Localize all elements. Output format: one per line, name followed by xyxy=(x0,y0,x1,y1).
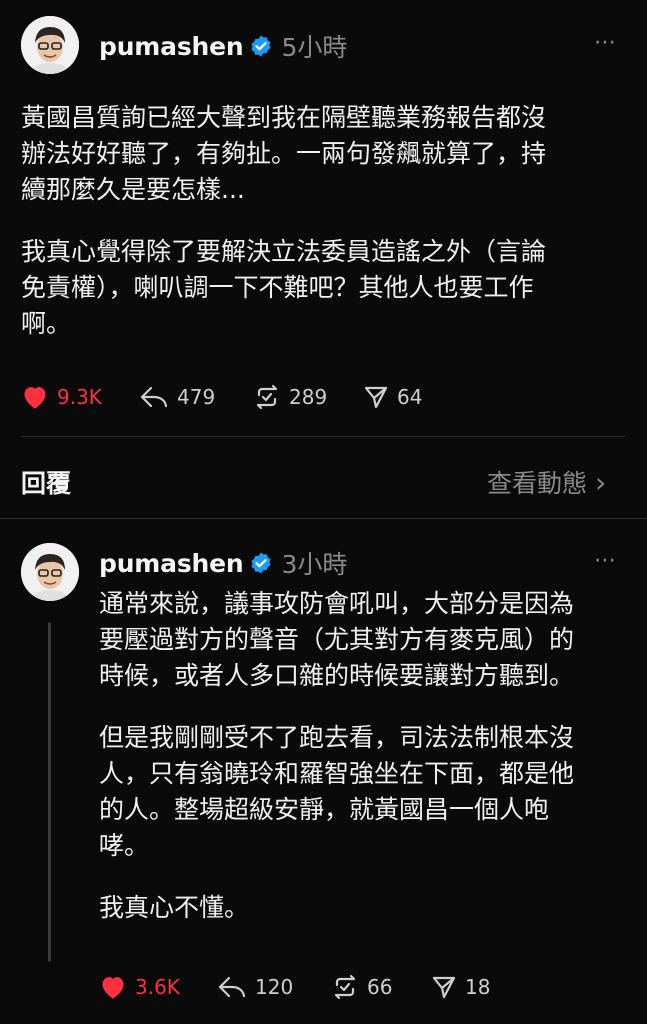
reply-button[interactable]: 479 xyxy=(139,385,253,409)
text-line: 的人。整場超級安靜，就黃國昌一個人咆 xyxy=(99,795,550,824)
chevron-right-icon: › xyxy=(595,465,607,499)
view-activity-link[interactable]: 查看動態 › xyxy=(487,464,606,500)
reply-icon xyxy=(218,976,246,998)
username[interactable]: pumashen xyxy=(99,32,244,61)
like-count: 3.6K xyxy=(135,975,180,999)
reply-count: 479 xyxy=(177,385,216,409)
text-line: 我真心不懂。 xyxy=(99,893,250,922)
more-icon[interactable]: ⋯ xyxy=(594,548,617,573)
post-time: 5小時 xyxy=(281,33,348,62)
avatar-image xyxy=(21,543,79,601)
post-actions: 9.3K 479 289 64 xyxy=(21,384,422,410)
share-count: 18 xyxy=(465,975,491,999)
post-body: 黃國昌質詢已經大聲到我在隔壁聽業務報告都沒 辦法好好聽了，有夠扯。一兩句發飆就算… xyxy=(21,100,621,342)
reply-button[interactable]: 120 xyxy=(217,975,331,999)
share-icon xyxy=(432,976,456,999)
post-body: 通常來說，議事攻防會吼叫，大部分是因為 要壓過對方的聲音（尤其對方有麥克風）的 … xyxy=(99,586,629,926)
like-button[interactable]: 9.3K xyxy=(21,384,139,410)
post-paragraph: 但是我剛剛受不了跑去看，司法法制根本沒 人，只有翁曉玲和羅智強坐在下面，都是他 … xyxy=(99,720,629,864)
repost-icon xyxy=(334,974,356,1000)
view-activity-label: 查看動態 xyxy=(487,469,588,498)
repost-button[interactable]: 289 xyxy=(253,384,363,410)
share-icon xyxy=(364,386,388,409)
divider xyxy=(0,518,647,519)
repost-count: 66 xyxy=(367,975,393,999)
heart-icon xyxy=(102,977,124,999)
post-paragraph: 我真心不懂。 xyxy=(99,890,629,926)
more-icon[interactable]: ⋯ xyxy=(594,30,617,55)
post-paragraph: 通常來說，議事攻防會吼叫，大部分是因為 要壓過對方的聲音（尤其對方有麥克風）的 … xyxy=(99,586,629,694)
heart-icon xyxy=(24,387,46,409)
avatar[interactable] xyxy=(21,16,79,74)
post-actions: 3.6K 120 66 18 xyxy=(99,974,490,1000)
post-header: pumashen 3小時 xyxy=(99,545,347,581)
reply-icon xyxy=(140,386,168,408)
text-line: 但是我剛剛受不了跑去看，司法法制根本沒 xyxy=(99,723,575,752)
post-header: pumashen 5小時 xyxy=(99,28,347,64)
repost-button[interactable]: 66 xyxy=(331,974,431,1000)
verified-badge-icon xyxy=(251,35,271,57)
text-line: 通常來說，議事攻防會吼叫，大部分是因為 xyxy=(99,589,575,618)
post-paragraph: 黃國昌質詢已經大聲到我在隔壁聽業務報告都沒 辦法好好聽了，有夠扯。一兩句發飆就算… xyxy=(21,100,621,208)
username[interactable]: pumashen xyxy=(99,549,244,578)
share-button[interactable]: 18 xyxy=(431,975,490,999)
repost-count: 289 xyxy=(289,385,328,409)
text-line: 續那麼久是要怎樣... xyxy=(21,175,245,204)
post-time: 3小時 xyxy=(281,550,348,579)
divider xyxy=(21,436,625,437)
reply-count: 120 xyxy=(255,975,294,999)
text-line: 時候，或者人多口雜的時候要讓對方聽到。 xyxy=(99,661,575,690)
share-button[interactable]: 64 xyxy=(363,385,422,409)
text-line: 要壓過對方的聲音（尤其對方有麥克風）的 xyxy=(99,625,575,654)
verified-badge-icon xyxy=(251,552,271,574)
text-line: 哮。 xyxy=(99,831,150,860)
post-paragraph: 我真心覺得除了要解決立法委員造謠之外（言論 免責權），喇叭調一下不難吧？其他人也… xyxy=(21,234,621,342)
share-count: 64 xyxy=(397,385,423,409)
text-line: 免責權），喇叭調一下不難吧？其他人也要工作 xyxy=(21,273,534,302)
repost-icon xyxy=(256,384,278,410)
text-line: 我真心覺得除了要解決立法委員造謠之外（言論 xyxy=(21,237,547,266)
replies-label: 回覆 xyxy=(21,469,72,498)
text-line: 啊。 xyxy=(21,309,72,338)
like-button[interactable]: 3.6K xyxy=(99,974,217,1000)
avatar-image xyxy=(21,16,79,74)
text-line: 辦法好好聽了，有夠扯。一兩句發飆就算了，持 xyxy=(21,139,547,168)
like-count: 9.3K xyxy=(57,385,102,409)
text-line: 黃國昌質詢已經大聲到我在隔壁聽業務報告都沒 xyxy=(21,103,547,132)
text-line: 人，只有翁曉玲和羅智強坐在下面，都是他 xyxy=(99,759,575,788)
thread-line xyxy=(48,622,51,962)
avatar[interactable] xyxy=(21,543,79,601)
